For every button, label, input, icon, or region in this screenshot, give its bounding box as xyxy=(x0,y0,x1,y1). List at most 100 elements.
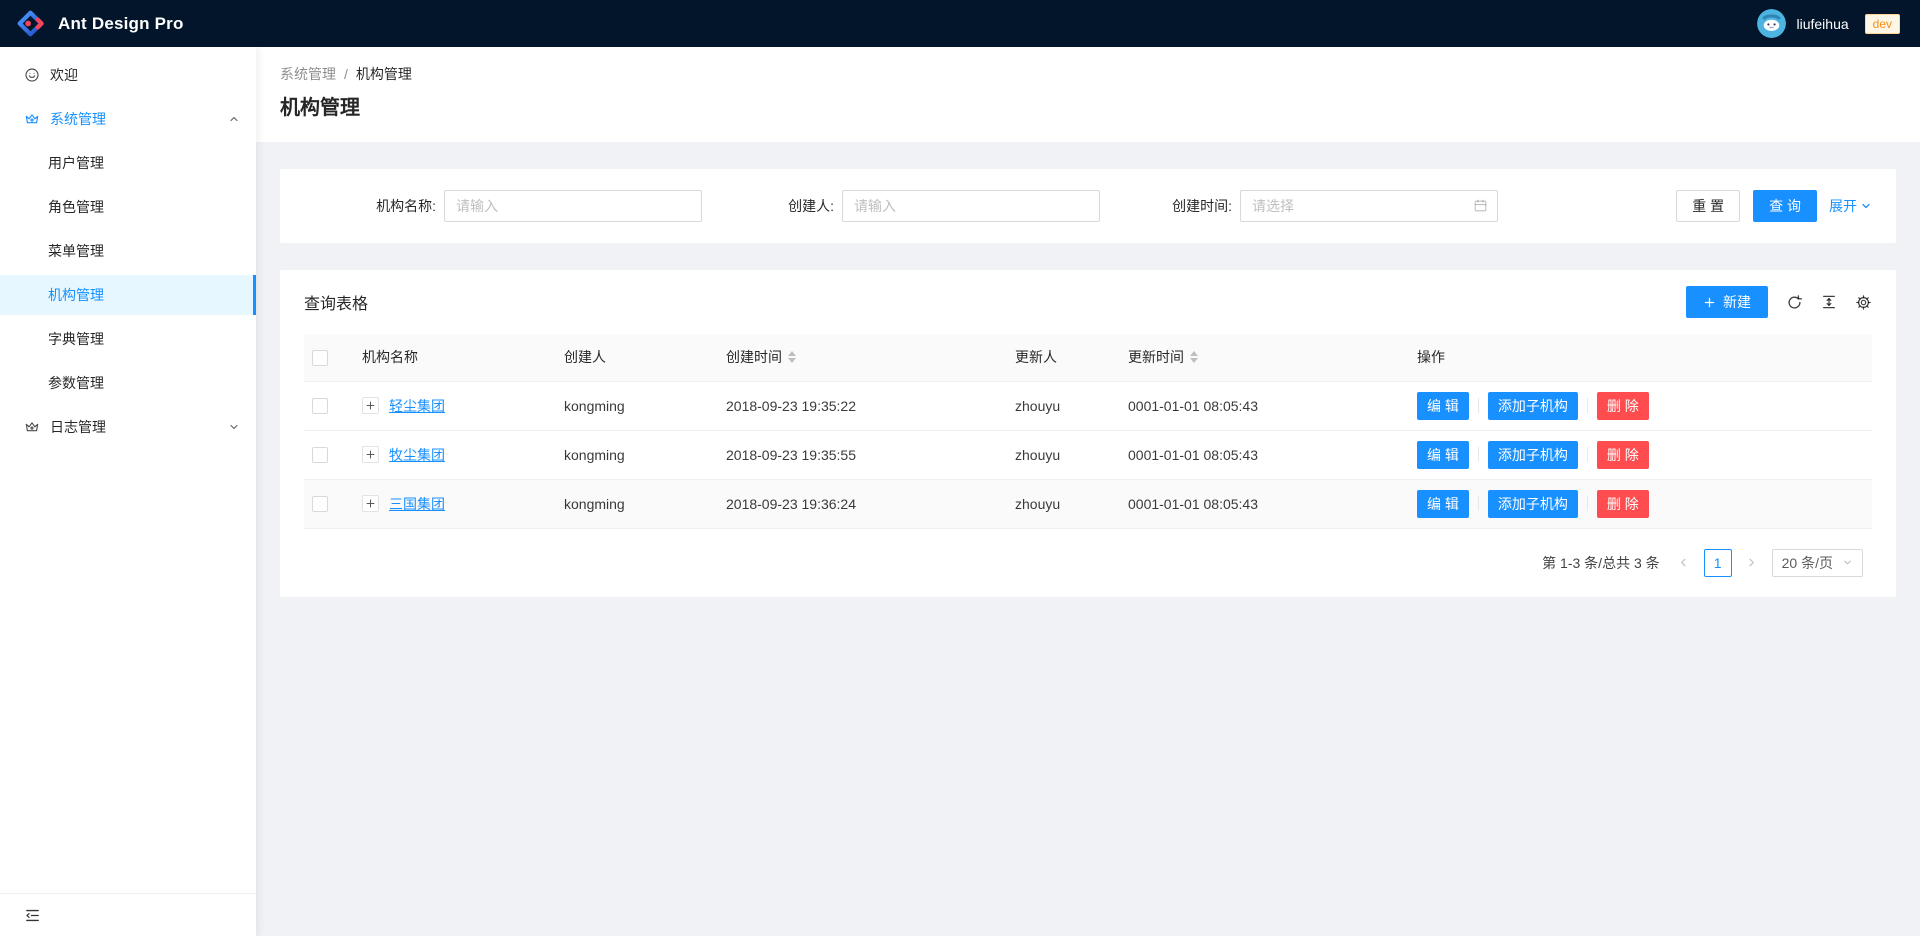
reload-icon[interactable] xyxy=(1786,294,1803,311)
add-child-org-button[interactable]: 添加子机构 xyxy=(1488,392,1578,420)
add-child-org-button[interactable]: 添加子机构 xyxy=(1488,441,1578,469)
cell-updater: zhouyu xyxy=(1007,479,1120,528)
sidebar-item-dict-mgmt[interactable]: 字典管理 xyxy=(0,319,256,359)
chevron-down-icon xyxy=(1860,200,1872,212)
cell-updater: zhouyu xyxy=(1007,381,1120,430)
sidebar-item-label: 字典管理 xyxy=(48,329,104,349)
cell-creator: kongming xyxy=(556,479,718,528)
breadcrumb: 系统管理 / 机构管理 xyxy=(280,63,1896,85)
delete-button[interactable]: 删 除 xyxy=(1597,441,1649,469)
cell-created-time: 2018-09-23 19:35:22 xyxy=(718,381,1007,430)
row-checkbox[interactable] xyxy=(312,398,328,414)
select-all-checkbox[interactable] xyxy=(312,350,328,366)
sidebar-item-label: 角色管理 xyxy=(48,197,104,217)
chevron-down-icon xyxy=(1842,557,1853,568)
delete-button[interactable]: 删 除 xyxy=(1597,392,1649,420)
menu-fold-icon[interactable] xyxy=(24,907,41,924)
sidebar-submenu-log[interactable]: 日志管理 xyxy=(0,407,256,447)
col-updated-time-sorter[interactable]: 更新时间 xyxy=(1128,347,1198,367)
expand-row-icon[interactable] xyxy=(362,397,379,414)
sidebar-item-param-mgmt[interactable]: 参数管理 xyxy=(0,363,256,403)
search-filter-card: 机构名称: 创建人: 创建时间: xyxy=(280,169,1896,243)
ant-design-logo-icon xyxy=(17,10,44,37)
edit-button[interactable]: 编 辑 xyxy=(1417,441,1469,469)
sidebar-item-role-mgmt[interactable]: 角色管理 xyxy=(0,187,256,227)
cell-created-time: 2018-09-23 19:35:55 xyxy=(718,430,1007,479)
sidebar-item-org-mgmt[interactable]: 机构管理 xyxy=(0,275,256,315)
org-name-input[interactable] xyxy=(444,190,702,222)
sidebar-submenu-system[interactable]: 系统管理 xyxy=(0,99,256,139)
created-time-label: 创建时间: xyxy=(1100,196,1240,216)
crown-icon xyxy=(24,111,40,127)
sidebar-item-menu-mgmt[interactable]: 菜单管理 xyxy=(0,231,256,271)
add-child-org-button[interactable]: 添加子机构 xyxy=(1488,490,1578,518)
chevron-down-icon xyxy=(228,421,240,433)
table-row: 牧尘集团 kongming 2018-09-23 19:35:55 zhouyu… xyxy=(304,430,1872,479)
page-title: 机构管理 xyxy=(280,94,1896,122)
col-creator: 创建人 xyxy=(556,334,718,381)
main-content: 系统管理 / 机构管理 机构管理 机构名称: 创建人: 创建时间: xyxy=(256,0,1920,936)
column-height-icon[interactable] xyxy=(1821,294,1837,310)
expand-toggle[interactable]: 展开 xyxy=(1829,196,1872,216)
org-name-link[interactable]: 三国集团 xyxy=(389,494,445,514)
next-page-button[interactable] xyxy=(1740,549,1764,577)
expand-label: 展开 xyxy=(1829,196,1857,216)
table-row: 三国集团 kongming 2018-09-23 19:36:24 zhouyu… xyxy=(304,479,1872,528)
smile-icon xyxy=(24,67,40,83)
cell-creator: kongming xyxy=(556,430,718,479)
sidebar-item-welcome[interactable]: 欢迎 xyxy=(0,55,256,95)
cell-created-time: 2018-09-23 19:36:24 xyxy=(718,479,1007,528)
new-button[interactable]: 新建 xyxy=(1686,286,1768,318)
edit-button[interactable]: 编 辑 xyxy=(1417,490,1469,518)
expand-row-icon[interactable] xyxy=(362,495,379,512)
divider xyxy=(1478,398,1479,413)
col-created-time: 创建时间 xyxy=(726,347,782,367)
creator-label: 创建人: xyxy=(702,196,842,216)
col-operations: 操作 xyxy=(1409,334,1872,381)
username[interactable]: liufeihua xyxy=(1796,16,1848,32)
divider xyxy=(1587,398,1588,413)
chevron-up-icon xyxy=(228,113,240,125)
sidebar-item-label: 参数管理 xyxy=(48,373,104,393)
breadcrumb-parent[interactable]: 系统管理 xyxy=(280,63,336,85)
page-size-select[interactable]: 20 条/页 xyxy=(1772,549,1863,577)
sidebar-menu: 欢迎 系统管理 用户管理 角色管理 菜单管理 机构管理 xyxy=(0,47,256,893)
row-checkbox[interactable] xyxy=(312,447,328,463)
sidebar-item-label: 欢迎 xyxy=(50,65,78,85)
creator-input[interactable] xyxy=(842,190,1100,222)
sidebar-item-user-mgmt[interactable]: 用户管理 xyxy=(0,143,256,183)
org-name-link[interactable]: 轻尘集团 xyxy=(389,396,445,416)
sidebar-item-label: 菜单管理 xyxy=(48,241,104,261)
table-row: 轻尘集团 kongming 2018-09-23 19:35:22 zhouyu… xyxy=(304,381,1872,430)
sidebar-submenu-label: 系统管理 xyxy=(50,109,106,129)
page-number-1[interactable]: 1 xyxy=(1704,549,1732,577)
edit-button[interactable]: 编 辑 xyxy=(1417,392,1469,420)
created-time-datepicker[interactable] xyxy=(1240,190,1498,222)
expand-row-icon[interactable] xyxy=(362,446,379,463)
prev-page-button[interactable] xyxy=(1672,549,1696,577)
reset-button[interactable]: 重 置 xyxy=(1676,190,1740,222)
delete-button[interactable]: 删 除 xyxy=(1597,490,1649,518)
sort-carets-icon xyxy=(1190,351,1198,363)
app-logo[interactable]: Ant Design Pro xyxy=(17,10,184,37)
org-table: 机构名称 创建人 创建时间 更新人 更新时间 xyxy=(304,334,1872,529)
top-header: Ant Design Pro liufeihua dev xyxy=(0,0,1920,47)
user-avatar[interactable] xyxy=(1757,9,1786,38)
query-button[interactable]: 查 询 xyxy=(1753,190,1817,222)
sidebar-submenu-label: 日志管理 xyxy=(50,417,106,437)
sidebar-item-label: 用户管理 xyxy=(48,153,104,173)
row-checkbox[interactable] xyxy=(312,496,328,512)
cell-updated-time: 0001-01-01 08:05:43 xyxy=(1120,430,1409,479)
org-name-label: 机构名称: xyxy=(304,196,444,216)
col-created-time-sorter[interactable]: 创建时间 xyxy=(726,347,796,367)
org-name-link[interactable]: 牧尘集团 xyxy=(389,445,445,465)
sidebar: 欢迎 系统管理 用户管理 角色管理 菜单管理 机构管理 xyxy=(0,47,256,936)
divider xyxy=(1478,496,1479,511)
cell-updater: zhouyu xyxy=(1007,430,1120,479)
breadcrumb-separator: / xyxy=(344,63,348,85)
sidebar-footer xyxy=(0,893,256,936)
col-updated-time: 更新时间 xyxy=(1128,347,1184,367)
pagination-total: 第 1-3 条/总共 3 条 xyxy=(1542,553,1659,573)
settings-gear-icon[interactable] xyxy=(1855,294,1872,311)
divider xyxy=(1587,496,1588,511)
